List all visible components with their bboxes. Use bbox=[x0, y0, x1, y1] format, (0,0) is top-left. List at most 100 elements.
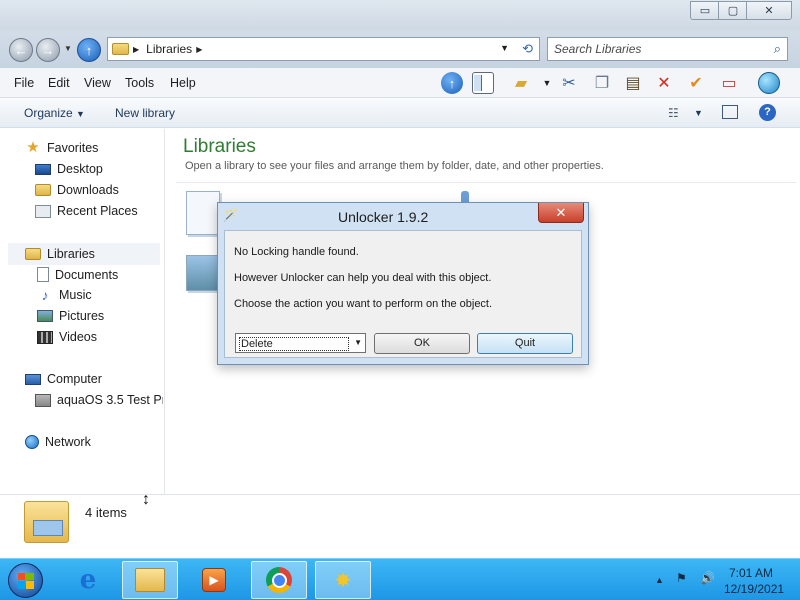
unlocker-wand-icon: 🪄 bbox=[223, 208, 238, 222]
menu-view[interactable]: View bbox=[84, 76, 111, 90]
nav-downloads[interactable]: Downloads bbox=[35, 183, 119, 197]
maximize-icon: ▢ bbox=[727, 5, 739, 17]
dialog-title: Unlocker 1.9.2 bbox=[338, 209, 429, 225]
menu-tools[interactable]: Tools bbox=[125, 76, 154, 90]
quit-button[interactable]: Quit bbox=[477, 333, 573, 354]
action-select[interactable]: Delete ▼ bbox=[235, 333, 366, 353]
show-hidden-icons-button[interactable]: ▲ bbox=[655, 575, 664, 585]
copy-icon[interactable]: ❐ bbox=[591, 72, 613, 94]
nav-drive[interactable]: aquaOS 3.5 Test Prev bbox=[35, 393, 163, 407]
internet-explorer-icon: e bbox=[79, 565, 97, 595]
back-button[interactable]: ← bbox=[9, 38, 33, 62]
clock-time[interactable]: 7:01 AM bbox=[729, 566, 773, 580]
star-icon: ★ bbox=[26, 139, 40, 156]
nav-videos[interactable]: Videos bbox=[37, 330, 97, 344]
new-library-button[interactable]: New library bbox=[115, 106, 175, 120]
taskbar-file-explorer[interactable] bbox=[122, 561, 178, 599]
volume-icon[interactable]: 🔊 bbox=[700, 571, 715, 585]
paste-icon[interactable]: ▤ bbox=[622, 72, 644, 94]
nav-music[interactable]: ♪ Music bbox=[37, 288, 92, 302]
computer-icon bbox=[25, 373, 41, 385]
nav-downloads-label: Downloads bbox=[57, 183, 119, 197]
dialog-title-bar[interactable]: 🪄 Unlocker 1.9.2 ✕ bbox=[218, 203, 588, 230]
delete-icon[interactable]: ✕ bbox=[653, 72, 675, 94]
nav-favorites-label: Favorites bbox=[47, 141, 99, 155]
details-pane: 4 items ↕ bbox=[0, 491, 800, 550]
breadcrumb-libraries[interactable]: Libraries bbox=[146, 42, 192, 56]
navigation-bar: ← → ▼ ↑ ▶ Libraries ▶ ▼ ⟲ Search Librari… bbox=[0, 30, 800, 68]
toolbar-folders-icon[interactable]: ▰ bbox=[510, 72, 532, 94]
nav-computer[interactable]: Computer bbox=[25, 372, 102, 386]
documents-library-icon[interactable] bbox=[186, 191, 220, 235]
toolbar-up-icon[interactable]: ↑ bbox=[441, 72, 463, 94]
up-button[interactable]: ↑ bbox=[77, 38, 101, 62]
menu-edit[interactable]: Edit bbox=[48, 76, 70, 90]
close-icon: ✕ bbox=[555, 205, 567, 220]
checkmark-icon[interactable]: ✔ bbox=[685, 72, 707, 94]
forward-button[interactable]: → bbox=[36, 38, 60, 62]
nav-recent-places-label: Recent Places bbox=[57, 204, 138, 218]
start-button[interactable] bbox=[8, 563, 43, 598]
taskbar-internet-explorer[interactable]: e bbox=[60, 561, 116, 599]
dialog-message-1: No Locking handle found. bbox=[234, 246, 359, 258]
breadcrumb-arrow-icon[interactable]: ▶ bbox=[133, 45, 139, 54]
properties-icon[interactable]: ▭ bbox=[718, 72, 740, 94]
nav-desktop-label: Desktop bbox=[57, 162, 103, 176]
clock-date[interactable]: 12/19/2021 bbox=[724, 582, 784, 596]
up-arrow-icon: ↑ bbox=[85, 42, 93, 58]
toolbar-dropdown-icon[interactable]: ▼ bbox=[536, 72, 558, 94]
close-icon: ✕ bbox=[764, 5, 774, 17]
page-subtitle: Open a library to see your files and arr… bbox=[185, 160, 604, 172]
maximize-button[interactable]: ▢ bbox=[718, 1, 748, 20]
dialog-close-button[interactable]: ✕ bbox=[538, 203, 584, 223]
action-center-icon[interactable]: ⚑ bbox=[676, 571, 687, 585]
menu-file[interactable]: File bbox=[14, 76, 34, 90]
taskbar-unlocker[interactable]: ✸ bbox=[315, 561, 371, 599]
libraries-large-icon bbox=[24, 501, 69, 543]
view-options-icon[interactable]: ☷ bbox=[668, 106, 679, 120]
breadcrumb-arrow-icon[interactable]: ▶ bbox=[196, 45, 202, 54]
command-bar: Organize ▼ New library ☷ ▼ ? bbox=[0, 98, 800, 128]
nav-network[interactable]: Network bbox=[25, 435, 91, 449]
title-bar: ▭ ▢ ✕ bbox=[0, 0, 800, 30]
nav-desktop[interactable]: Desktop bbox=[35, 162, 103, 176]
globe-icon[interactable] bbox=[758, 72, 780, 94]
toolbar-pane-icon[interactable] bbox=[472, 72, 494, 94]
help-button[interactable]: ? bbox=[759, 104, 776, 121]
chevron-down-icon: ▼ bbox=[354, 338, 362, 347]
nav-favorites[interactable]: ★ Favorites bbox=[25, 140, 98, 156]
ok-button[interactable]: OK bbox=[374, 333, 470, 354]
menu-help[interactable]: Help bbox=[170, 76, 196, 90]
organize-button[interactable]: Organize ▼ bbox=[24, 106, 85, 120]
nav-pictures-label: Pictures bbox=[59, 309, 105, 323]
minimize-button[interactable]: ▭ bbox=[690, 1, 720, 20]
downloads-folder-icon bbox=[35, 184, 51, 196]
forward-arrow-icon: → bbox=[41, 42, 55, 58]
taskbar-media-player[interactable]: ▶ bbox=[186, 561, 242, 599]
close-button[interactable]: ✕ bbox=[746, 1, 792, 20]
preview-pane-icon[interactable] bbox=[722, 105, 738, 119]
nav-libraries[interactable]: Libraries bbox=[8, 243, 160, 265]
nav-pictures[interactable]: Pictures bbox=[37, 309, 104, 323]
pictures-library-icon[interactable] bbox=[186, 255, 220, 291]
search-icon[interactable]: ⌕ bbox=[774, 41, 781, 57]
address-bar[interactable]: ▶ Libraries ▶ ▼ ⟲ bbox=[107, 37, 540, 61]
nav-network-label: Network bbox=[45, 435, 91, 449]
action-select-value: Delete bbox=[239, 337, 349, 351]
nav-music-label: Music bbox=[59, 288, 92, 302]
view-dropdown-icon[interactable]: ▼ bbox=[694, 108, 703, 118]
nav-recent-places[interactable]: Recent Places bbox=[35, 204, 138, 218]
nav-videos-label: Videos bbox=[59, 330, 97, 344]
nav-libraries-label: Libraries bbox=[47, 247, 95, 261]
address-history-dropdown-icon[interactable]: ▼ bbox=[500, 43, 509, 53]
dialog-body: No Locking handle found. However Unlocke… bbox=[224, 230, 582, 358]
search-input[interactable]: Search Libraries ⌕ bbox=[547, 37, 788, 61]
minimize-icon: ▭ bbox=[699, 5, 711, 17]
recent-pages-dropdown[interactable]: ▼ bbox=[64, 44, 72, 53]
refresh-icon[interactable]: ⟲ bbox=[522, 41, 533, 57]
navigation-pane: ★ Favorites Desktop Downloads Recent Plac… bbox=[0, 129, 165, 494]
item-count: 4 items bbox=[85, 505, 127, 520]
nav-documents[interactable]: Documents bbox=[37, 267, 118, 282]
taskbar-chrome[interactable] bbox=[251, 561, 307, 599]
cut-icon[interactable]: ✂ bbox=[558, 72, 580, 94]
